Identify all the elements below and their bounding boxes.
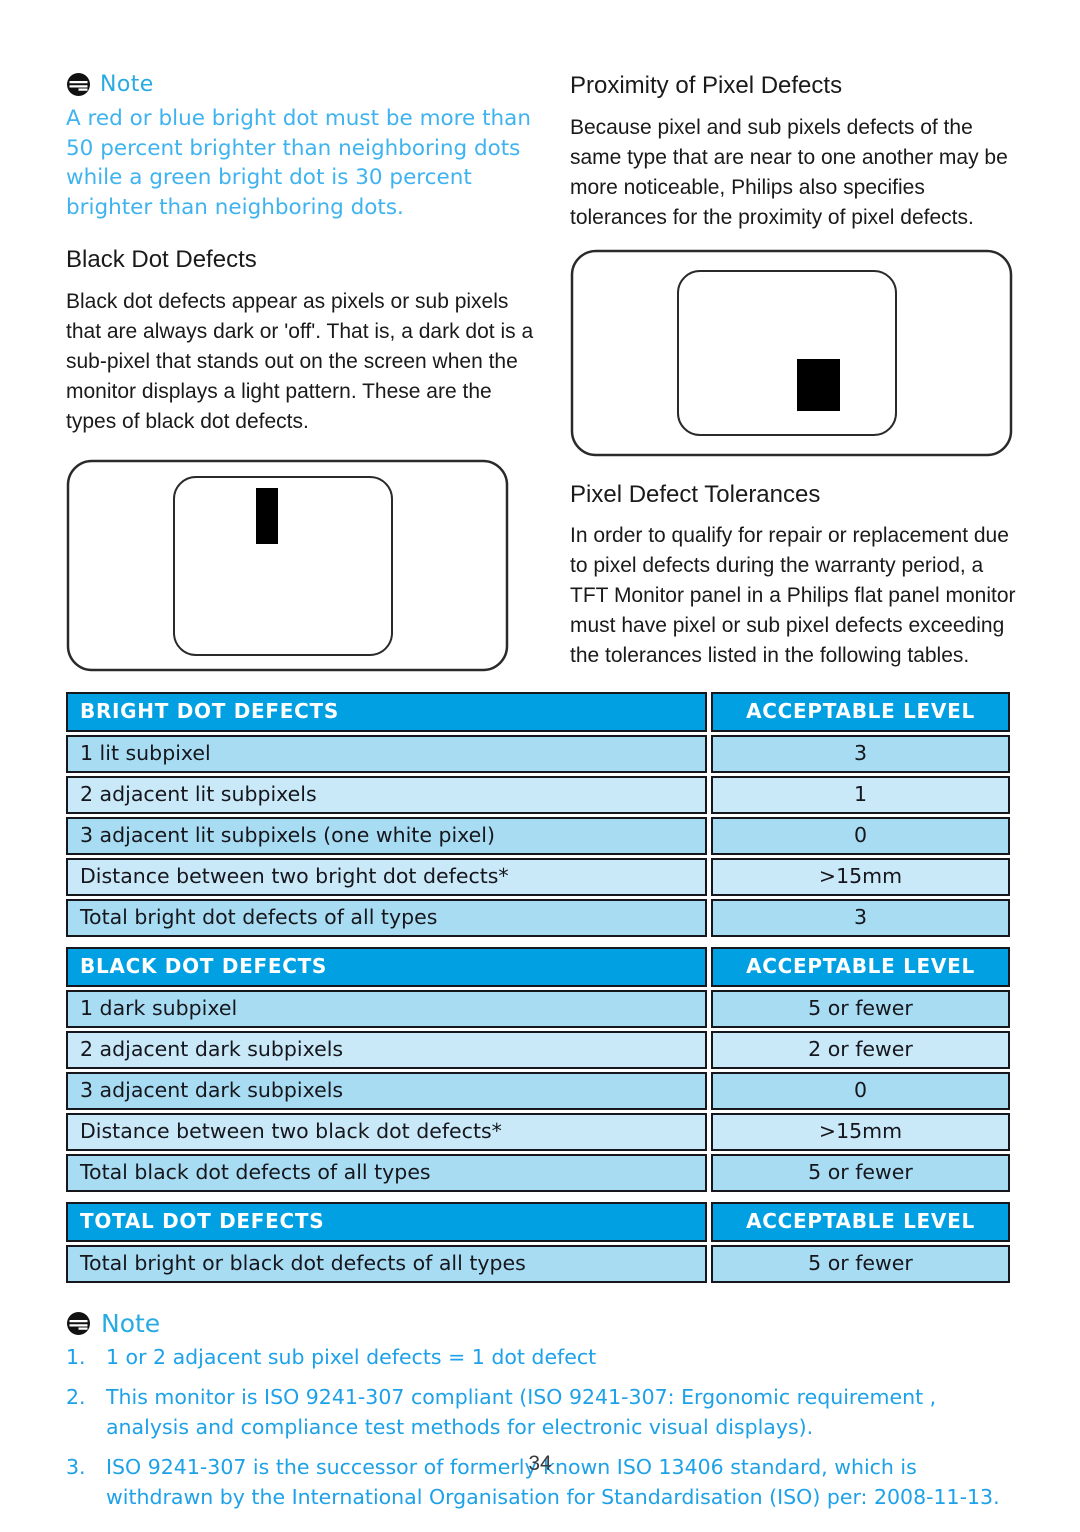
bottom-note-list: 1. 1 or 2 adjacent sub pixel defects = 1… [66, 1342, 1018, 1512]
table-cell-label: 3 adjacent lit subpixels (one white pixe… [66, 816, 707, 855]
list-item-text: 1 or 2 adjacent sub pixel defects = 1 do… [106, 1344, 597, 1369]
table-cell-label: 2 adjacent dark subpixels [66, 1030, 707, 1069]
heading-proximity-of-pixel-defects: Proximity of Pixel Defects [570, 72, 843, 99]
table-cell-label: Total black dot defects of all types [66, 1153, 707, 1192]
right-column: Proximity of Pixel Defects Because pixel… [570, 72, 1020, 671]
table-header-category: BRIGHT DOT DEFECTS [66, 691, 707, 732]
table-cell-value: 5 or fewer [711, 989, 1010, 1028]
table-row: 3 adjacent lit subpixels (one white pixe… [66, 816, 1010, 855]
table-header-row: BLACK DOT DEFECTS ACCEPTABLE LEVEL [66, 946, 1010, 987]
table-cell-label: Distance between two black dot defects* [66, 1112, 707, 1151]
table-row: Total bright or black dot defects of all… [66, 1244, 1010, 1283]
paragraph-black-dot-defects: Black dot defects appear as pixels or su… [66, 289, 534, 433]
table-row: Distance between two bright dot defects*… [66, 857, 1010, 896]
document-page: Note A red or blue bright dot must be mo… [0, 0, 1080, 1532]
black-dot-defect-diagram [66, 459, 509, 671]
table-header-level: ACCEPTABLE LEVEL [711, 946, 1010, 987]
table-row: 1 dark subpixel 5 or fewer [66, 989, 1010, 1028]
table-cell-label: 1 lit subpixel [66, 734, 707, 773]
top-note-header: Note [66, 72, 534, 97]
table-black-dot-defects: BLACK DOT DEFECTS ACCEPTABLE LEVEL 1 dar… [66, 946, 1010, 1192]
table-cell-label: Distance between two bright dot defects* [66, 857, 707, 896]
bottom-note-header: Note [66, 1311, 1018, 1336]
pixel-defect-proximity-diagram [570, 249, 1013, 456]
top-note-body: A red or blue bright dot must be more th… [66, 106, 531, 220]
table-header-level: ACCEPTABLE LEVEL [711, 1201, 1010, 1242]
note-icon [67, 1311, 90, 1335]
table-cell-value: 0 [711, 816, 1010, 855]
note-icon [67, 73, 90, 96]
table-cell-value: 5 or fewer [711, 1153, 1010, 1192]
list-item-number: 2. [66, 1384, 86, 1409]
table-row: 1 lit subpixel 3 [66, 734, 1010, 773]
table-row: Distance between two black dot defects* … [66, 1112, 1010, 1151]
heading-black-dot-defects: Black Dot Defects [66, 246, 257, 273]
bottom-note-title: Note [101, 1308, 161, 1338]
table-header-row: BRIGHT DOT DEFECTS ACCEPTABLE LEVEL [66, 691, 1010, 732]
table-cell-value: 2 or fewer [711, 1030, 1010, 1069]
table-cell-label: Total bright or black dot defects of all… [66, 1244, 707, 1283]
table-header-row: TOTAL DOT DEFECTS ACCEPTABLE LEVEL [66, 1201, 1010, 1242]
list-item: 2. This monitor is ISO 9241-307 complian… [66, 1382, 1018, 1442]
paragraph-pixel-defect-tolerances: In order to qualify for repair or replac… [570, 524, 1016, 668]
two-column-area: Note A red or blue bright dot must be mo… [66, 72, 1018, 672]
table-cell-value: 0 [711, 1071, 1010, 1110]
table-cell-label: 3 adjacent dark subpixels [66, 1071, 707, 1110]
table-row: Total bright dot defects of all types 3 [66, 898, 1010, 937]
table-row: 3 adjacent dark subpixels 0 [66, 1071, 1010, 1110]
table-row: Total black dot defects of all types 5 o… [66, 1153, 1010, 1192]
table-row: 2 adjacent dark subpixels 2 or fewer [66, 1030, 1010, 1069]
table-cell-label: 1 dark subpixel [66, 989, 707, 1028]
list-item: 1. 1 or 2 adjacent sub pixel defects = 1… [66, 1342, 1018, 1372]
list-item-text: This monitor is ISO 9241-307 compliant (… [106, 1384, 937, 1439]
heading-pixel-defect-tolerances: Pixel Defect Tolerances [570, 480, 821, 508]
paragraph-proximity-of-pixel-defects: Because pixel and sub pixels defects of … [570, 115, 1008, 229]
table-cell-value: >15mm [711, 857, 1010, 896]
top-note-title: Note [100, 71, 154, 97]
table-cell-value: 3 [711, 734, 1010, 773]
table-cell-value: 3 [711, 898, 1010, 937]
bottom-note-block: Note 1. 1 or 2 adjacent sub pixel defect… [66, 1311, 1018, 1512]
table-header-level: ACCEPTABLE LEVEL [711, 691, 1010, 732]
left-column: Note A red or blue bright dot must be mo… [66, 72, 534, 672]
table-cell-label: 2 adjacent lit subpixels [66, 775, 707, 814]
table-cell-value: 5 or fewer [711, 1244, 1010, 1283]
table-cell-value: 1 [711, 775, 1010, 814]
table-cell-label: Total bright dot defects of all types [66, 898, 707, 937]
page-number: 34 [528, 1452, 552, 1475]
table-row: 2 adjacent lit subpixels 1 [66, 775, 1010, 814]
table-total-dot-defects: TOTAL DOT DEFECTS ACCEPTABLE LEVEL Total… [66, 1201, 1010, 1283]
table-header-category: TOTAL DOT DEFECTS [66, 1201, 707, 1242]
list-item-number: 1. [66, 1344, 86, 1369]
table-bright-dot-defects: BRIGHT DOT DEFECTS ACCEPTABLE LEVEL 1 li… [66, 691, 1010, 937]
table-header-category: BLACK DOT DEFECTS [66, 946, 707, 987]
defect-tolerance-tables: BRIGHT DOT DEFECTS ACCEPTABLE LEVEL 1 li… [66, 691, 1010, 1283]
table-cell-value: >15mm [711, 1112, 1010, 1151]
